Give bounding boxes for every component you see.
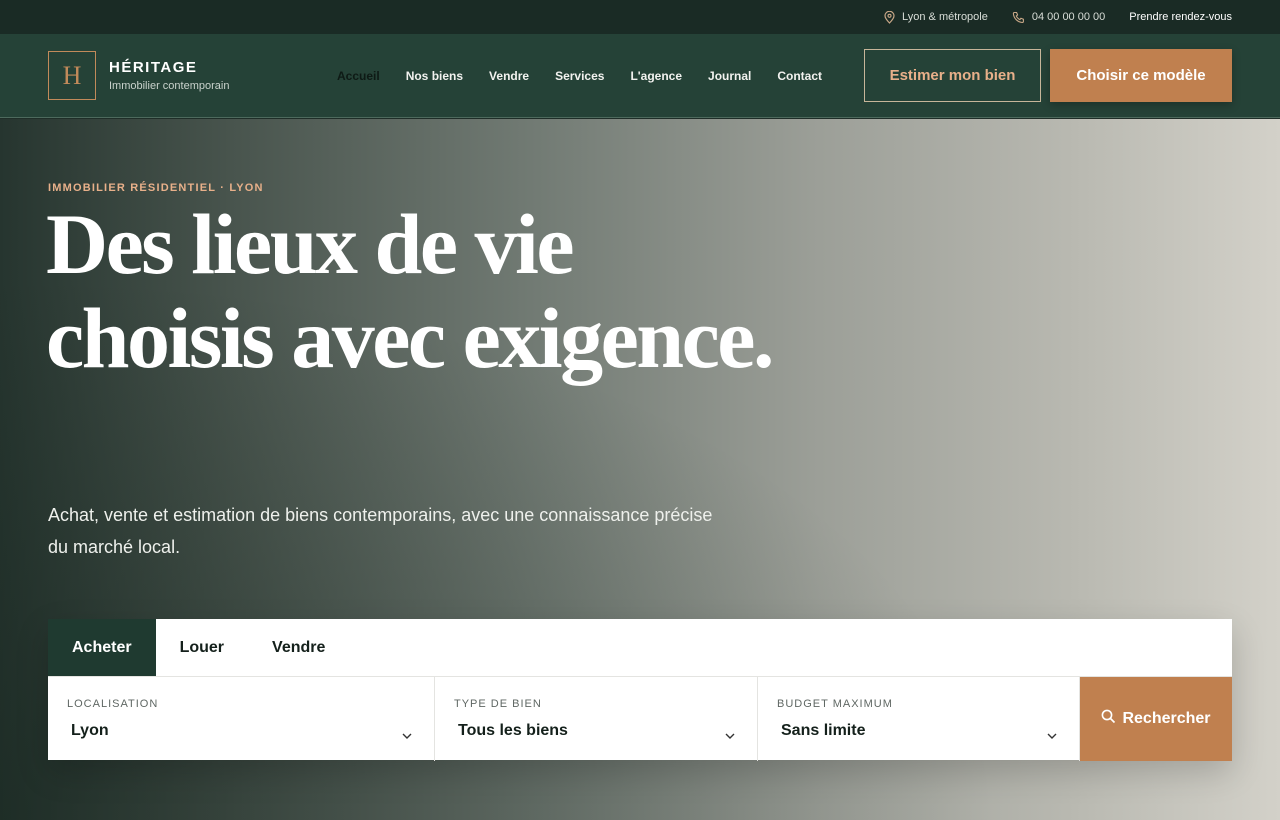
chevron-down-icon (725, 726, 735, 744)
tab-vendre[interactable]: Vendre (248, 619, 349, 676)
choose-template-button[interactable]: Choisir ce modèle (1050, 49, 1232, 102)
search-button[interactable]: Rechercher (1080, 677, 1232, 761)
location-label: LOCALISATION (67, 698, 159, 710)
location-info: Lyon & métropole (884, 10, 988, 24)
search-icon (1101, 709, 1116, 729)
budget-label: BUDGET MAXIMUM (777, 698, 893, 710)
phone-link[interactable]: 04 00 00 00 00 (1012, 11, 1105, 24)
site-header: H HÉRITAGE Immobilier contemporain Accue… (0, 34, 1280, 118)
location-select[interactable]: LOCALISATION Lyon (48, 677, 435, 761)
phone-text: 04 00 00 00 00 (1031, 11, 1106, 23)
search-tabs: Acheter Louer Vendre (48, 619, 1232, 676)
nav-item-nos-biens[interactable]: Nos biens (406, 69, 463, 83)
nav-item-vendre[interactable]: Vendre (489, 69, 529, 83)
hero-headline: Des lieux de vie choisis avec exigence. (46, 196, 774, 386)
nav-item-services[interactable]: Services (555, 69, 604, 83)
brand-name[interactable]: HÉRITAGE (109, 59, 197, 76)
brand-tagline: Immobilier contemporain (109, 80, 230, 92)
search-fields: LOCALISATION Lyon TYPE DE BIEN Tous les … (48, 676, 1232, 761)
nav-item-contact[interactable]: Contact (777, 69, 822, 83)
tab-acheter[interactable]: Acheter (48, 619, 156, 676)
search-button-label: Rechercher (1122, 710, 1211, 727)
top-utility-bar: Lyon & métropole 04 00 00 00 00 Prendre … (0, 0, 1280, 34)
hero-section: IMMOBILIER RÉSIDENTIEL · LYON Des lieux … (0, 119, 1280, 820)
property-type-select[interactable]: TYPE DE BIEN Tous les biens (435, 677, 758, 761)
nav-item-accueil[interactable]: Accueil (337, 69, 380, 83)
tab-louer[interactable]: Louer (156, 619, 248, 676)
estimate-button[interactable]: Estimer mon bien (864, 49, 1041, 102)
budget-select[interactable]: BUDGET MAXIMUM Sans limite (758, 677, 1080, 761)
property-type-label: TYPE DE BIEN (454, 698, 542, 710)
nav-item-agence[interactable]: L'agence (630, 69, 682, 83)
chevron-down-icon (402, 726, 412, 744)
nav-item-journal[interactable]: Journal (708, 69, 751, 83)
phone-icon (1012, 11, 1025, 24)
location-value: Lyon (71, 722, 109, 739)
chevron-down-icon (1047, 726, 1057, 744)
map-pin-icon (884, 10, 895, 24)
property-type-value: Tous les biens (458, 722, 568, 739)
hero-eyebrow: IMMOBILIER RÉSIDENTIEL · LYON (48, 182, 264, 194)
location-text: Lyon & métropole (902, 11, 988, 23)
main-nav: Accueil Nos biens Vendre Services L'agen… (337, 34, 822, 118)
hero-lede: Achat, vente et estimation de biens cont… (48, 505, 713, 557)
property-search-panel: Acheter Louer Vendre LOCALISATION Lyon T… (48, 619, 1232, 761)
appointment-link[interactable]: Prendre rendez-vous (1129, 11, 1232, 23)
budget-value: Sans limite (781, 722, 866, 739)
logo-monogram[interactable]: H (48, 51, 96, 100)
